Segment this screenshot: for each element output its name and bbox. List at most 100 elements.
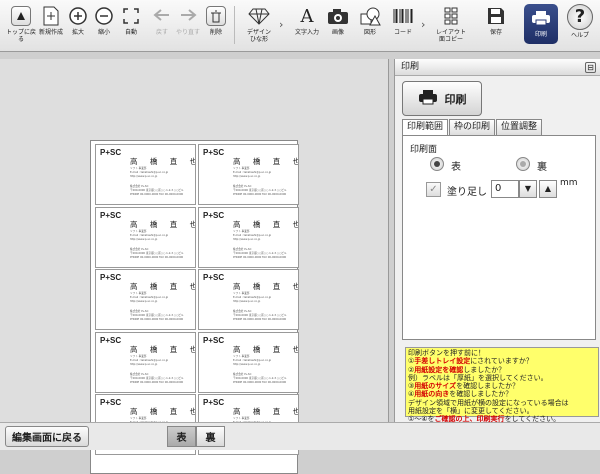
card-url: http://www.p-sc.co.jp [233,300,261,303]
card-company: 株式会社 P+SC [130,185,149,188]
card-phone: PHONE 00-0000-0000 FAX 00-0000-0000 [233,193,287,196]
card-name: 高 橋 直 也 [130,157,196,166]
card-company: 株式会社 P+SC [130,310,149,313]
card-url: http://www.p-sc.co.jp [233,362,261,366]
redo-icon [179,3,197,29]
card-role: ソフト 事業部 [130,292,147,295]
layout-copy-button[interactable]: レイアウト 面コピー [432,3,470,47]
trash-icon [206,6,226,26]
card-url: http://www.p-sc.co.jp [130,300,158,303]
card-phone: PHONE 00-0000-0000 FAX 00-0000-0000 [130,255,184,259]
card-address: 〒000-0000 東京都○○区○○ 1-2-3 ○○ビル [130,376,184,380]
bleed-dropdown-button[interactable]: ▼ [519,180,537,198]
card-company: 株式会社 P+SC [233,185,252,188]
card-name: 高 橋 直 也 [130,282,196,291]
card-phone: PHONE 00-0000-0000 FAX 00-0000-0000 [233,255,287,259]
back-side-button[interactable]: 裏 [196,426,225,447]
card-company: 株式会社 P+SC [130,247,149,251]
card-address: 〒000-0000 東京都○○区○○ 1-2-3 ○○ビル [233,376,287,380]
toolbar-divider [234,6,235,44]
card-company: 株式会社 P+SC [233,310,252,313]
image-button[interactable]: 画像 [326,3,350,47]
card-name: 高 橋 直 也 [130,407,196,416]
fit-icon [122,3,140,29]
top-button[interactable]: トップに戻る [4,3,38,47]
business-card[interactable]: P+SC 高 橋 直 也ソフト 事業部E-mail : takahashi@p-s… [95,331,196,393]
back-to-edit-button[interactable]: 編集画面に戻る [5,426,89,447]
card-address: 〒000-0000 東京都○○区○○ 1-2-3 ○○ビル [233,314,287,317]
help-button[interactable]: ? ヘルプ [563,4,597,44]
help-icon: ? [567,4,593,30]
business-card[interactable]: P+SC 高 橋 直 也ソフト 事業部E-mail : takahashi@p-s… [95,206,196,268]
card-address: 〒000-0000 東京都○○区○○ 1-2-3 ○○ビル [233,251,287,255]
delete-button[interactable]: 削除 [205,3,227,47]
card-phone: PHONE 00-0000-0000 FAX 00-0000-0000 [233,380,287,384]
design-canvas[interactable]: P+SC 高 橋 直 也ソフト 事業部 E-mail : takahashi@p-s… [0,59,389,474]
save-icon [487,3,505,29]
bleed-value-field[interactable]: 0 [491,180,519,198]
card-address: 〒000-0000 東京都○○区○○ 1-2-3 ○○ビル [130,314,184,317]
business-card[interactable]: P+SC 高 橋 直 也ソフト 事業部E-mail : takahashi@p-s… [198,206,299,268]
back-radio[interactable] [516,157,530,171]
camera-icon [327,3,349,29]
card-company: 株式会社 P+SC [233,372,252,376]
redo-button[interactable]: やり直す [174,3,202,47]
card-role: ソフト 事業部 [130,167,147,170]
card-logo: P+SC [203,210,225,220]
card-url: http://www.p-sc.co.jp [233,175,261,178]
business-card[interactable]: P+SC 高 橋 直 也ソフト 事業部E-mail : takahashi@p-s… [198,144,299,205]
print-mode-button[interactable]: 印刷 [524,4,558,44]
code-button[interactable]: コード [391,3,415,47]
collapse-icon[interactable]: ⊟ [585,62,596,73]
print-notes: 印刷ボタンを押す前に！ ①手差しトレイ設定にされていますか？ ②用紙設定を確認し… [405,347,599,423]
tab-frame-print[interactable]: 枠の印刷 [449,119,496,135]
text-icon: A [300,5,314,27]
card-email: E-mail : takahashi@p-sc.co.jp [233,358,272,362]
print-button-label: 印刷 [444,92,467,106]
front-side-button[interactable]: 表 [167,426,196,447]
design-template-button[interactable]: デザイン ひな形 [242,3,276,47]
tab-position-adjust[interactable]: 位置調整 [496,119,543,135]
business-card[interactable]: P+SC 高 橋 直 也ソフト 事業部E-mail : takahashi@p-s… [95,269,196,330]
print-surface-label: 印刷面 [410,145,438,155]
tab-print-range[interactable]: 印刷範囲 [402,119,449,135]
card-name: 高 橋 直 也 [233,219,299,229]
card-role: ソフト 事業部 [233,167,250,170]
card-url: http://www.p-sc.co.jp [130,362,158,366]
new-document-icon [43,3,59,29]
front-radio[interactable] [430,157,444,171]
card-email: E-mail : takahashi@p-sc.co.jp [233,171,272,174]
diamond-icon [248,3,270,29]
text-input-button[interactable]: A 文字入力 [293,3,321,47]
card-address: 〒000-0000 東京都○○区○○ 1-2-3 ○○ビル [233,189,287,192]
business-card[interactable]: P+SC 高 橋 直 也ソフト 事業部E-mail : takahashi@p-s… [198,269,299,330]
toolbar: トップに戻る 新規作成 拡大 縮小 自動 戻す やり直す 削除 デザイン ひな形… [0,0,600,52]
printer-icon [418,89,438,108]
business-card[interactable]: P+SC 高 橋 直 也ソフト 事業部E-mail : takahashi@p-s… [198,331,299,393]
card-email: E-mail : takahashi@p-sc.co.jp [233,296,272,299]
card-logo: P+SC [100,148,122,157]
save-button[interactable]: 保存 [484,3,508,47]
card-url: http://www.p-sc.co.jp [130,237,158,241]
tab-content: 印刷面 表 裏 ✓ 塗り足し 0 ▼ ▲ mm [402,135,596,340]
card-email: E-mail : takahashi@p-sc.co.jp [130,233,169,237]
card-url: http://www.p-sc.co.jp [130,175,158,178]
zoom-out-button[interactable]: 縮小 [93,3,115,47]
undo-button[interactable]: 戻す [151,3,173,47]
card-email: E-mail : takahashi@p-sc.co.jp [130,358,169,362]
card-role: ソフト 事業部 [130,417,147,420]
new-button[interactable]: 新規作成 [38,3,64,47]
shapes-button[interactable]: 図形 [358,3,382,47]
card-company: 株式会社 P+SC [233,247,252,251]
card-name: 高 橋 直 也 [233,344,299,354]
auto-fit-button[interactable]: 自動 [120,3,142,47]
business-card[interactable]: P+SC 高 橋 直 也ソフト 事業部E-mail : takahashi@p-s… [95,144,196,205]
print-button[interactable]: 印刷 [402,81,482,116]
card-url: http://www.p-sc.co.jp [233,237,261,241]
zoom-in-button[interactable]: 拡大 [67,3,89,47]
bleed-increment-button[interactable]: ▲ [539,180,557,198]
bleed-label: 塗り足し [447,187,487,198]
print-panel: 印刷 ⊟ 印刷 印刷範囲 枠の印刷 位置調整 印刷面 表 裏 ✓ 塗り足し 0 … [394,59,600,423]
bleed-checkbox[interactable]: ✓ [426,182,441,197]
side-toggle: 表 裏 [167,426,225,447]
